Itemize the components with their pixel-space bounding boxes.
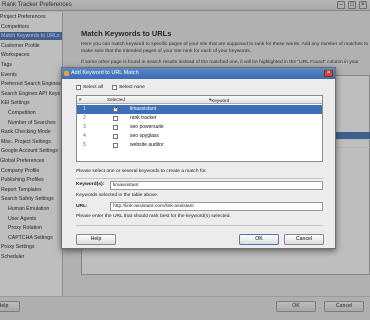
row-keyword: seo powersuite: [130, 124, 164, 130]
keywords-label: Keyword(s):: [76, 182, 105, 187]
url-label: URL:: [76, 204, 88, 209]
keyword-row[interactable]: 3 seo powersuite: [77, 123, 322, 132]
row-number: 5: [83, 142, 86, 148]
divider: [76, 178, 323, 179]
dialog-titlebar: Add Keyword to URL Match ×: [62, 68, 335, 79]
keyword-row[interactable]: 2 rank tracker: [77, 114, 322, 123]
add-keyword-dialog: Add Keyword to URL Match × Select all Se…: [61, 67, 336, 249]
keywords-table[interactable]: # Selected ▾ Keyword 1 ✓ limassistant 2 rank…: [76, 95, 323, 162]
select-all-icon: [76, 85, 81, 90]
row-keyword: rank tracker: [130, 115, 157, 121]
select-none-label: Select none: [119, 85, 145, 90]
dialog-help-button[interactable]: Help: [76, 234, 116, 245]
keyword-row[interactable]: 4 seo spyglass: [77, 132, 322, 141]
keyword-row[interactable]: 1 ✓ limassistant: [77, 105, 322, 114]
column-keyword[interactable]: ▾ Keyword: [209, 97, 229, 103]
row-keyword: seo spyglass: [130, 133, 159, 139]
select-all-label: Select all: [83, 85, 103, 90]
select-all-button[interactable]: Select all: [76, 85, 103, 90]
row-number: 3: [83, 124, 86, 130]
divider: [76, 225, 323, 226]
select-none-icon: [112, 85, 117, 90]
dialog-cancel-button[interactable]: Cancel: [284, 234, 324, 245]
row-number: 1: [83, 106, 86, 112]
row-keyword: limassistant: [130, 106, 157, 112]
table-header: # Selected ▾ Keyword: [77, 96, 322, 104]
keywords-field[interactable]: limassistant: [110, 181, 323, 190]
row-number: 4: [83, 133, 86, 139]
keywords-note: Keywords selected in the table above.: [76, 193, 159, 198]
row-checkbox[interactable]: [113, 116, 118, 121]
row-number: 2: [83, 115, 86, 121]
row-checkbox[interactable]: ✓: [113, 107, 118, 112]
column-num: #: [79, 97, 82, 102]
url-note: Please enter the URL that should rank be…: [76, 214, 231, 219]
url-field[interactable]: http://link-assistant.com/link-assistant: [110, 202, 323, 211]
dialog-title: Add Keyword to URL Match: [71, 70, 139, 76]
row-checkbox[interactable]: [113, 134, 118, 139]
row-checkbox[interactable]: [113, 143, 118, 148]
column-selected[interactable]: Selected: [107, 97, 125, 102]
dialog-ok-button[interactable]: OK: [239, 234, 279, 245]
select-none-button[interactable]: Select none: [112, 85, 145, 90]
dialog-close-icon[interactable]: ×: [324, 70, 333, 77]
app-icon: [64, 71, 69, 76]
instruction-text: Please select one or several keywords to…: [76, 169, 207, 174]
keyword-row[interactable]: 5 website auditor: [77, 141, 322, 150]
row-keyword: website auditor: [130, 142, 164, 148]
row-checkbox[interactable]: [113, 125, 118, 130]
